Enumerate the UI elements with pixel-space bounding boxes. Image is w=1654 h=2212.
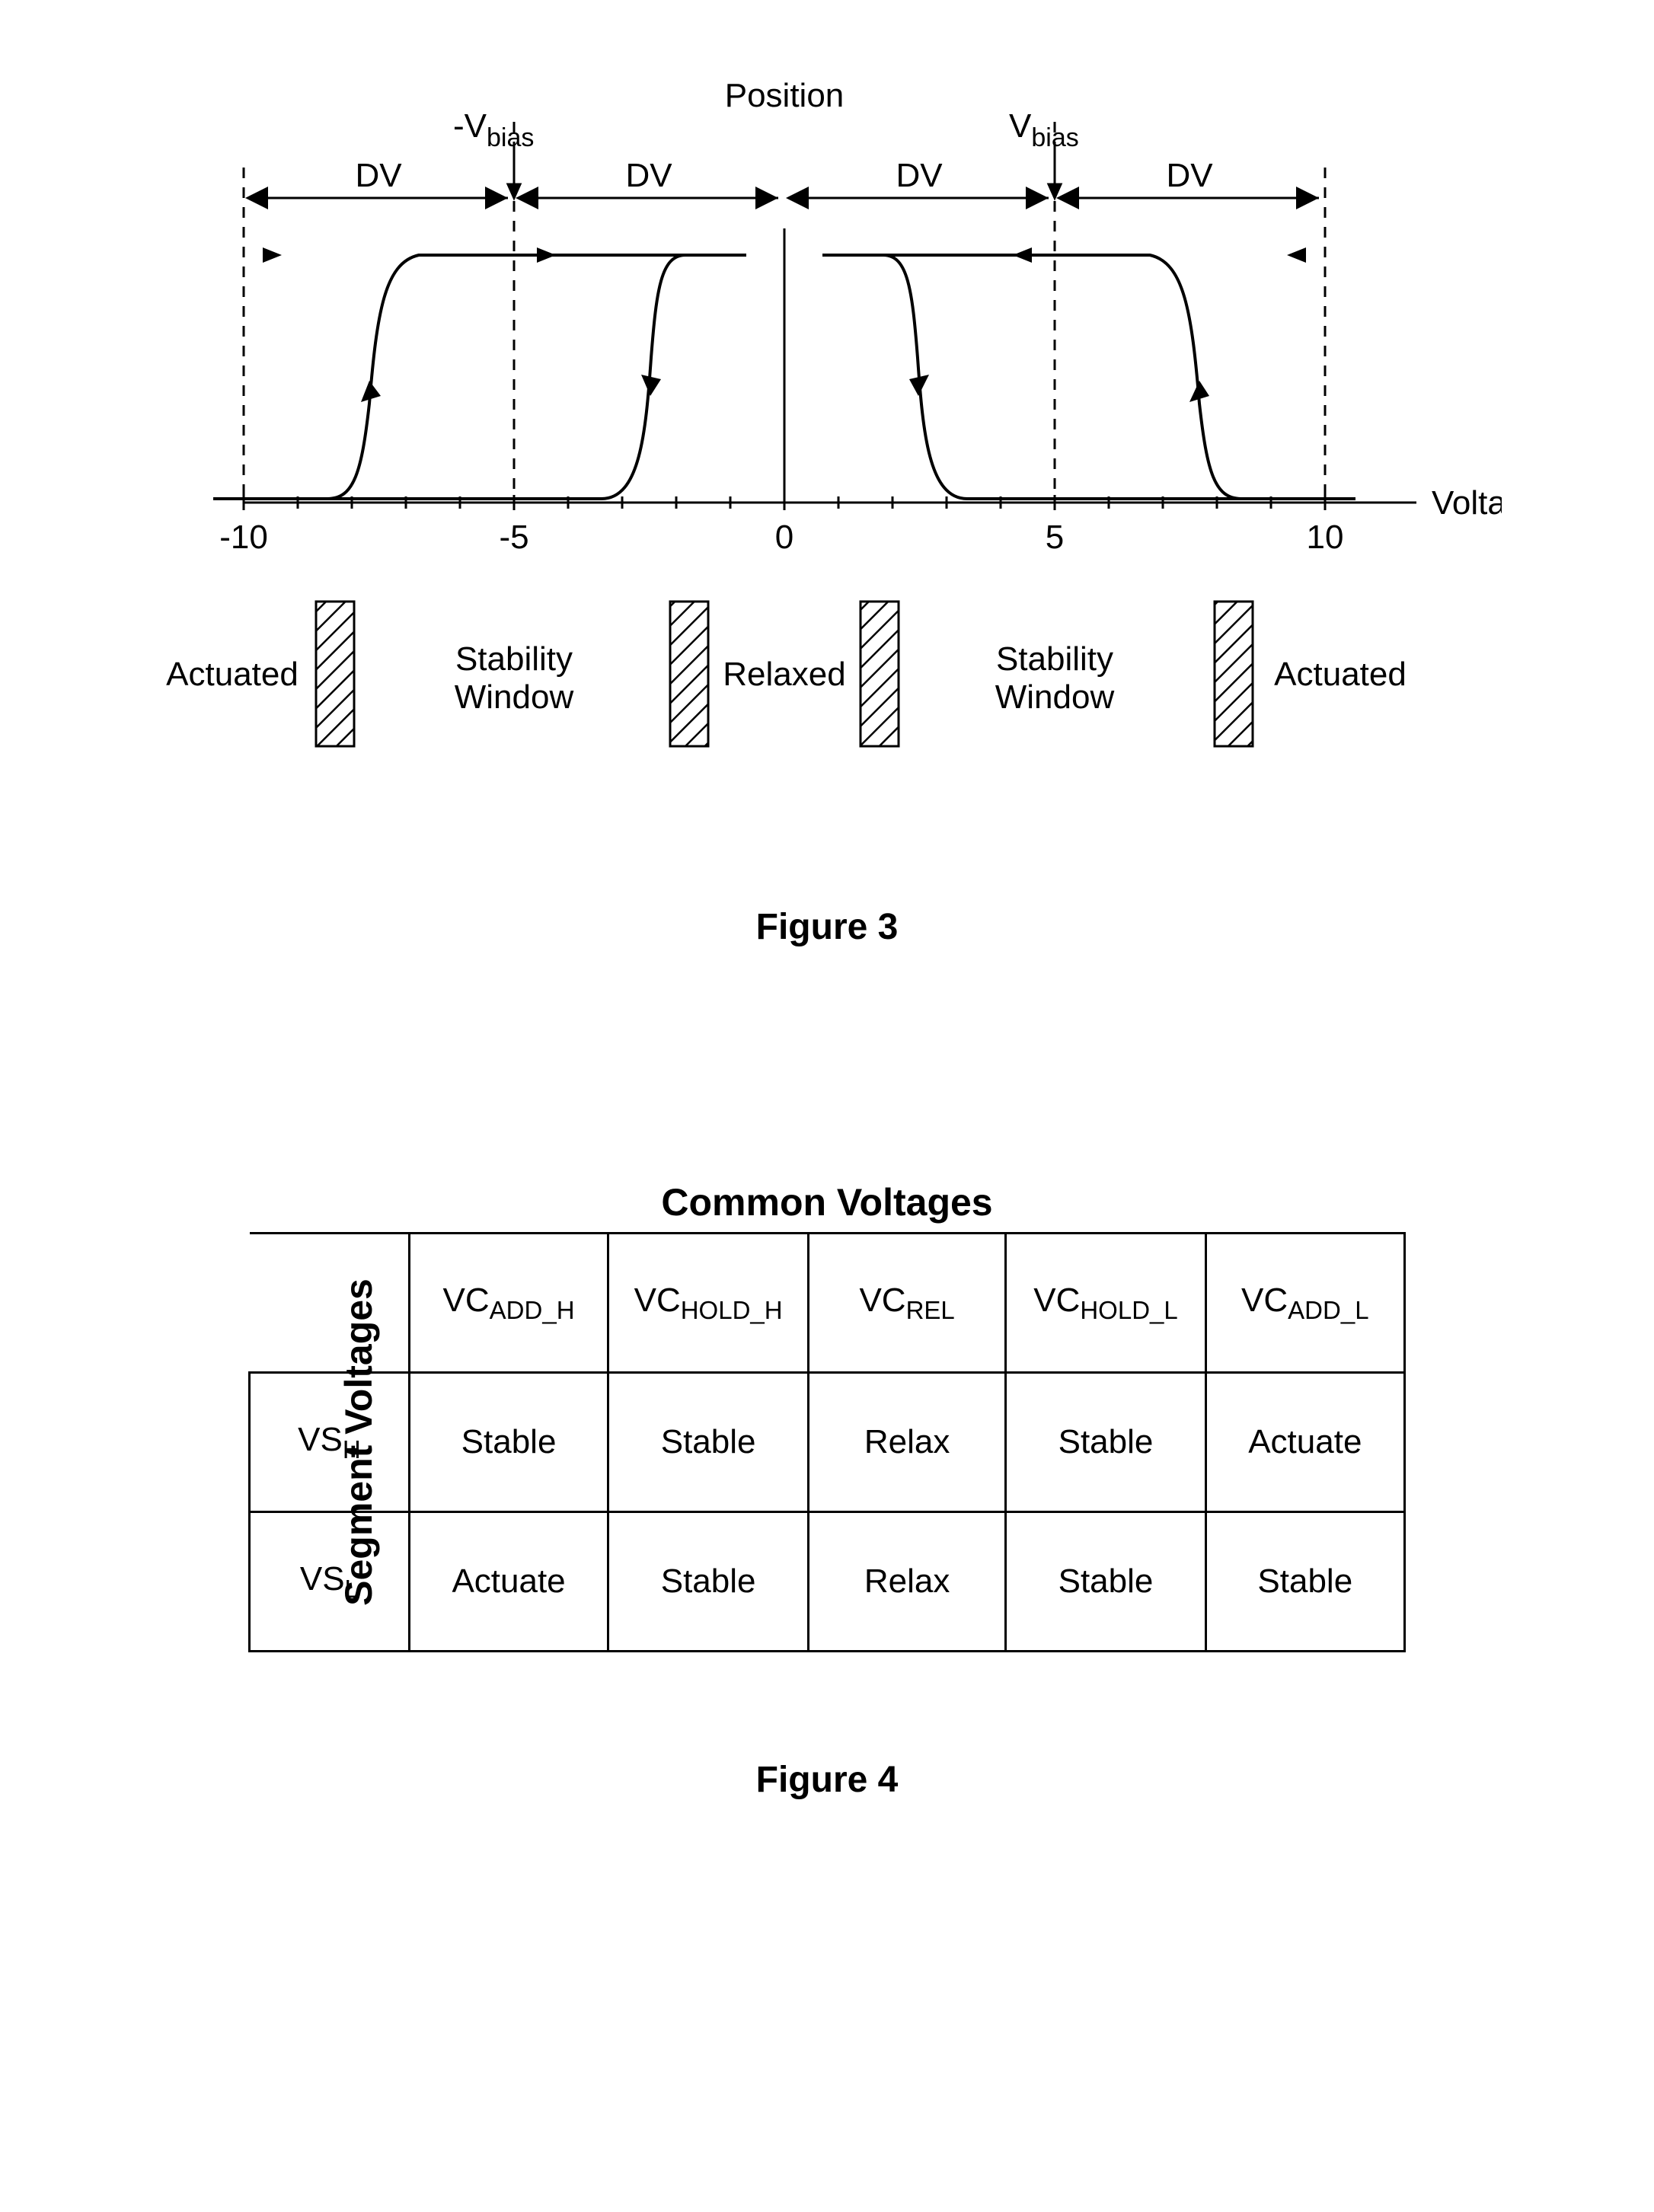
tick-m10: -10: [219, 519, 268, 556]
cell-r2c4: Stable: [1006, 1512, 1205, 1652]
region-stability-left-l2: Window: [455, 678, 574, 716]
hatch-bar: [861, 602, 899, 746]
vbias-neg-label: -Vbias: [453, 107, 534, 152]
col-vc-add-h: VCADD_H: [409, 1234, 608, 1373]
cell-r1c2: Stable: [608, 1373, 809, 1512]
col-vc-rel: VCREL: [808, 1234, 1005, 1373]
hatch-bar: [670, 602, 708, 746]
figure-3: -10 -5 0 5 10 Position Voltage -Vbias Vb…: [152, 76, 1502, 948]
col-vc-hold-h: VCHOLD_H: [608, 1234, 809, 1373]
cell-r1c4: Stable: [1006, 1373, 1205, 1512]
region-stability-right-l2: Window: [995, 678, 1115, 716]
figure-3-caption: Figure 3: [152, 906, 1502, 948]
region-relaxed: Relaxed: [723, 656, 845, 693]
hatch-bar: [316, 602, 354, 746]
region-actuated-left: Actuated: [166, 656, 299, 693]
cell-r2c3: Relax: [808, 1512, 1005, 1652]
tick-p5: 5: [1046, 519, 1064, 556]
tick-p10: 10: [1307, 519, 1344, 556]
common-voltages-title: Common Voltages: [152, 1180, 1502, 1224]
col-vc-add-l: VCADD_L: [1205, 1234, 1404, 1373]
y-axis-label: Position: [725, 77, 845, 114]
dv-1: DV: [355, 157, 402, 194]
row-vs-l: VSL: [250, 1512, 410, 1652]
hysteresis-plot: -10 -5 0 5 10 Position Voltage -Vbias Vb…: [152, 76, 1502, 838]
figure-4-caption: Figure 4: [152, 1759, 1502, 1801]
vbias-pos-label: Vbias: [1009, 107, 1079, 152]
tick-m5: -5: [499, 519, 528, 556]
cell-r1c3: Relax: [808, 1373, 1005, 1512]
figure-4: Common Voltages Segment Voltages VCADD_H…: [152, 1180, 1502, 1801]
x-axis-label: Voltage: [1432, 484, 1502, 522]
tick-0: 0: [775, 519, 793, 556]
cell-r2c2: Stable: [608, 1512, 809, 1652]
region-stability-right-l1: Stability: [996, 640, 1113, 678]
hatch-bar: [1215, 602, 1253, 746]
cell-r2c1: Actuate: [409, 1512, 608, 1652]
voltage-state-table: VCADD_H VCHOLD_H VCREL VCHOLD_L VCADD_L …: [248, 1232, 1406, 1652]
dv-3: DV: [896, 157, 943, 194]
dv-4: DV: [1166, 157, 1213, 194]
cell-r1c1: Stable: [409, 1373, 608, 1512]
dv-2: DV: [625, 157, 672, 194]
cell-r1c5: Actuate: [1205, 1373, 1404, 1512]
segment-voltages-title: Segment Voltages: [337, 1278, 381, 1606]
region-actuated-right: Actuated: [1274, 656, 1407, 693]
cell-r2c5: Stable: [1205, 1512, 1404, 1652]
col-vc-hold-l: VCHOLD_L: [1006, 1234, 1205, 1373]
row-vs-h: VSH: [250, 1373, 410, 1512]
region-stability-left-l1: Stability: [455, 640, 573, 678]
